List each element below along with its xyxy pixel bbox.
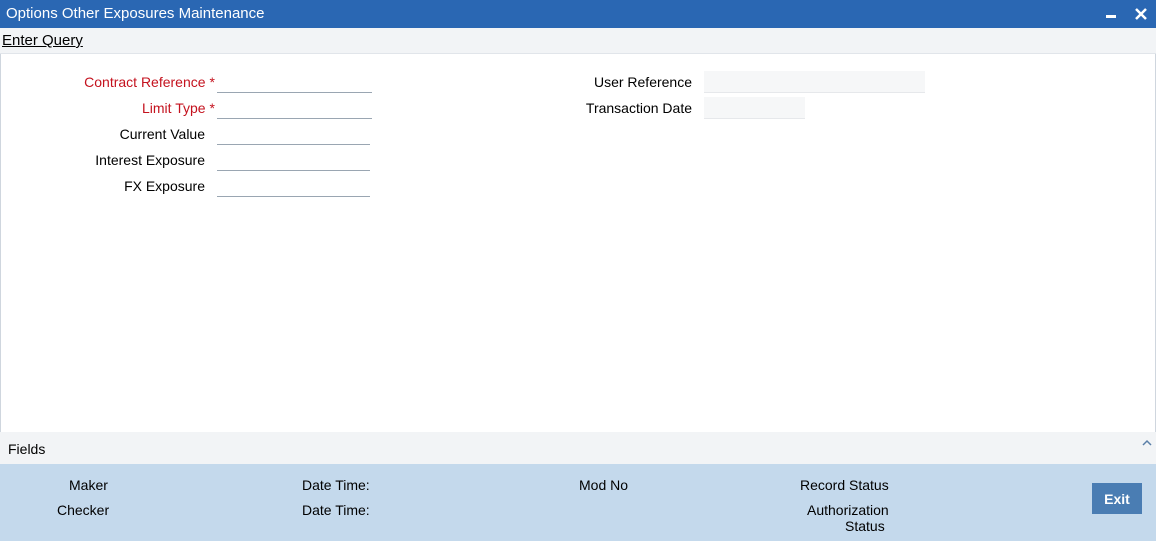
maker-label: Maker bbox=[69, 477, 108, 493]
audit-panel: Maker Date Time: Mod No Record Status Ch… bbox=[0, 464, 1156, 541]
mod-no-label: Mod No bbox=[579, 477, 629, 493]
limit-type-label-text: Limit Type bbox=[142, 100, 206, 116]
fields-label: Fields bbox=[8, 441, 46, 457]
record-status-label: Record Status bbox=[800, 477, 889, 493]
current-value-input[interactable] bbox=[217, 123, 370, 145]
authorization-status-label-line1: Authorization bbox=[807, 502, 889, 518]
close-icon[interactable] bbox=[1130, 3, 1152, 25]
fx-exposure-input[interactable] bbox=[217, 175, 370, 197]
interest-exposure-label: Interest Exposure bbox=[95, 152, 205, 168]
contract-reference-label: Contract Reference * bbox=[41, 74, 215, 90]
transaction-date-label: Transaction Date bbox=[585, 100, 692, 116]
menu-bar: Enter Query bbox=[0, 28, 1156, 54]
required-mark: * bbox=[209, 100, 215, 116]
user-reference-label: User Reference bbox=[593, 74, 692, 90]
title-bar: Options Other Exposures Maintenance bbox=[0, 0, 1156, 28]
chevron-up-icon[interactable] bbox=[1141, 436, 1153, 448]
contract-reference-input[interactable] bbox=[217, 71, 372, 93]
interest-exposure-input[interactable] bbox=[217, 149, 370, 171]
maker-datetime-label: Date Time: bbox=[302, 477, 370, 493]
limit-type-input[interactable] bbox=[217, 97, 372, 119]
checker-label: Checker bbox=[57, 502, 110, 518]
window-title: Options Other Exposures Maintenance bbox=[6, 5, 265, 22]
fx-exposure-label: FX Exposure bbox=[124, 178, 205, 194]
current-value-label: Current Value bbox=[119, 126, 205, 142]
fields-section-header: Fields bbox=[0, 432, 1156, 464]
main-form: Contract Reference * Limit Type * Current … bbox=[0, 54, 1156, 432]
enter-query-link[interactable]: Enter Query bbox=[2, 32, 83, 49]
limit-type-label: Limit Type * bbox=[41, 100, 215, 116]
user-reference-input[interactable] bbox=[704, 71, 925, 93]
authorization-status-label-line2: Status bbox=[845, 518, 885, 534]
transaction-date-input[interactable] bbox=[704, 97, 805, 119]
exit-button[interactable]: Exit bbox=[1092, 483, 1142, 514]
required-mark: * bbox=[209, 74, 215, 90]
minimize-icon[interactable] bbox=[1100, 3, 1122, 25]
checker-datetime-label: Date Time: bbox=[302, 502, 370, 518]
contract-reference-label-text: Contract Reference bbox=[84, 74, 206, 90]
